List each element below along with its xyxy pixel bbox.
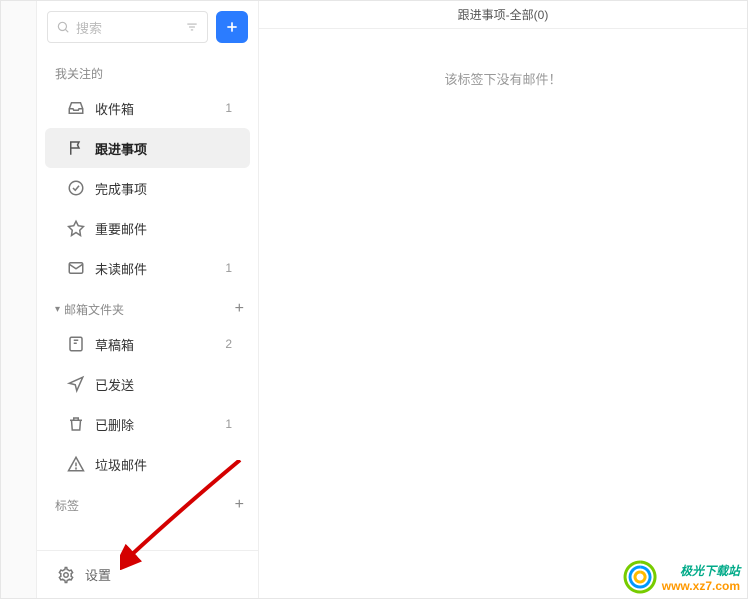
nav-sent[interactable]: 已发送 xyxy=(45,364,250,404)
add-folder-button[interactable]: + xyxy=(235,300,244,318)
warning-icon xyxy=(67,455,85,473)
gear-icon xyxy=(57,566,75,584)
mail-icon xyxy=(67,259,85,277)
add-tag-button[interactable]: + xyxy=(235,496,244,514)
nav-unread[interactable]: 未读邮件 1 xyxy=(45,248,250,288)
trash-icon xyxy=(67,415,85,433)
watermark-logo-icon xyxy=(622,559,658,595)
flag-icon xyxy=(67,139,85,157)
search-input[interactable]: 搜索 xyxy=(47,11,208,43)
settings-button[interactable]: 设置 xyxy=(37,550,258,598)
nav-done[interactable]: 完成事项 xyxy=(45,168,250,208)
nav-deleted[interactable]: 已删除 1 xyxy=(45,404,250,444)
plus-icon xyxy=(224,19,240,35)
nav-following: 收件箱 1 跟进事项 完成事项 重要邮件 xyxy=(37,88,258,288)
nav-followup[interactable]: 跟进事项 xyxy=(45,128,250,168)
settings-label: 设置 xyxy=(85,565,111,584)
section-folders[interactable]: ▾ 邮箱文件夹 + xyxy=(37,288,258,324)
sidebar: 搜索 我关注的 收件箱 1 跟进事项 xyxy=(37,1,259,598)
compose-button[interactable] xyxy=(216,11,248,43)
draft-icon xyxy=(67,335,85,353)
star-icon xyxy=(67,219,85,237)
check-circle-icon xyxy=(67,179,85,197)
search-row: 搜索 xyxy=(37,11,258,53)
nav-drafts[interactable]: 草稿箱 2 xyxy=(45,324,250,364)
filter-icon[interactable] xyxy=(185,20,199,34)
left-rail xyxy=(1,1,37,598)
sidebar-spacer xyxy=(37,520,258,550)
main-panel: 跟进事项-全部(0) 该标签下没有邮件！ xyxy=(259,1,747,598)
search-placeholder: 搜索 xyxy=(76,18,102,37)
section-tags[interactable]: 标签 + xyxy=(37,484,258,520)
main-title: 跟进事项-全部(0) xyxy=(458,6,549,23)
section-following: 我关注的 xyxy=(37,53,258,88)
watermark-line2: www.xz7.com xyxy=(662,579,740,593)
nav-folders: 草稿箱 2 已发送 已删除 1 垃圾邮件 xyxy=(37,324,258,484)
watermark: 极光下载站 www.xz7.com xyxy=(662,564,740,593)
nav-inbox[interactable]: 收件箱 1 xyxy=(45,88,250,128)
watermark-line1: 极光下载站 xyxy=(662,564,740,578)
chevron-down-icon: ▾ xyxy=(55,304,60,315)
send-icon xyxy=(67,375,85,393)
nav-important[interactable]: 重要邮件 xyxy=(45,208,250,248)
search-icon xyxy=(56,20,70,34)
empty-message: 该标签下没有邮件！ xyxy=(259,29,747,88)
main-header: 跟进事项-全部(0) xyxy=(259,1,747,29)
app-root: 搜索 我关注的 收件箱 1 跟进事项 xyxy=(0,0,748,599)
inbox-icon xyxy=(67,99,85,117)
nav-spam[interactable]: 垃圾邮件 xyxy=(45,444,250,484)
